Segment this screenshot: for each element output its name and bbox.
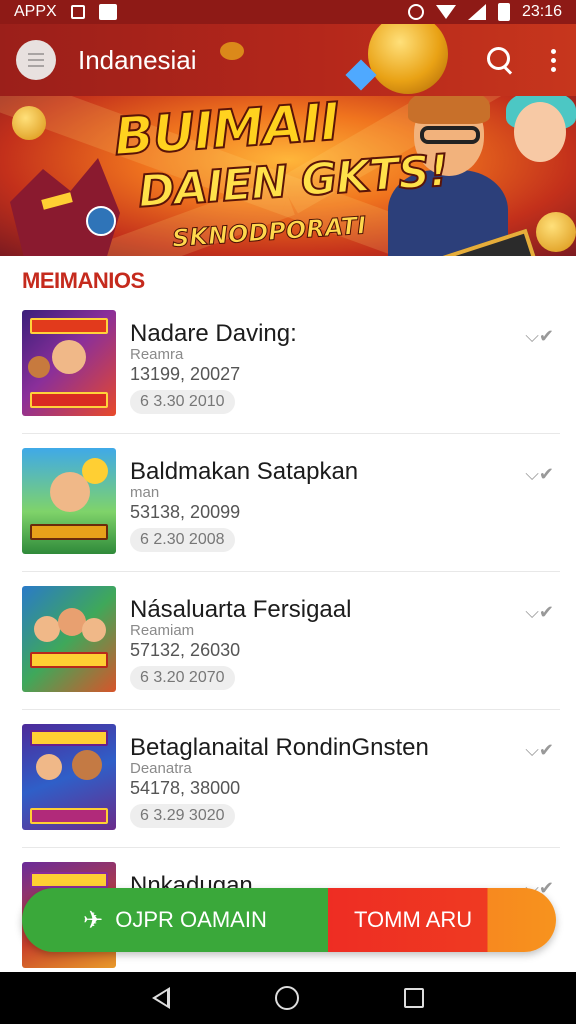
home-icon[interactable] [274, 986, 299, 1010]
game-title: Betaglanaital RondinGnsten [130, 734, 429, 761]
game-thumbnail [22, 724, 116, 830]
game-stat: 54178, 38000 [130, 778, 241, 798]
game-title: Nadare Daving: [130, 320, 297, 347]
game-chip: 6 2.30 2008 [130, 528, 235, 552]
system-nav-bar [0, 972, 576, 1024]
game-stat: 13199, 20027 [130, 364, 241, 384]
coin-decoration [536, 212, 576, 252]
coin-decoration [220, 42, 244, 60]
more-vert-icon[interactable] [547, 48, 560, 72]
game-stat: 57132, 26030 [130, 640, 241, 660]
list-item[interactable]: Násaluarta Fersigaal Reamiam 57132, 2603… [22, 572, 560, 710]
secondary-cta-button[interactable]: TOMM ARU [328, 888, 556, 952]
status-time: 23:16 [521, 3, 562, 20]
game-subtitle: man [130, 484, 160, 501]
game-stat: 53138, 20099 [130, 502, 241, 522]
search-icon[interactable] [487, 47, 513, 73]
secondary-cta-label: TOMM ARU [354, 907, 473, 932]
menu-button[interactable] [16, 40, 56, 80]
alarm-icon [407, 4, 424, 20]
game-subtitle: Reamiam [130, 622, 195, 639]
battery-icon [497, 3, 510, 21]
status-bar: APPX 23:16 [0, 0, 576, 24]
game-subtitle: Reamra [130, 346, 184, 363]
wifi-icon [435, 5, 456, 19]
game-thumbnail [22, 448, 116, 554]
notification-icon [98, 4, 117, 20]
game-chip: 6 3.20 2070 [130, 666, 235, 690]
bolt-icon: ✈ [83, 906, 104, 934]
chevron-down-icon[interactable]: ⌵✔ [525, 602, 554, 623]
phone-icon [70, 5, 85, 19]
status-app-label: APPX [14, 3, 57, 20]
chevron-down-icon[interactable]: ⌵✔ [525, 740, 554, 761]
list-item[interactable]: Baldmakan Satapkan man 53138, 20099 6 2.… [22, 434, 560, 572]
game-chip: 6 3.30 2010 [130, 390, 235, 414]
list-item[interactable]: Betaglanaital RondinGnsten Deanatra 5417… [22, 710, 560, 848]
game-title: Baldmakan Satapkan [130, 458, 359, 485]
game-thumbnail [22, 586, 116, 692]
back-icon[interactable] [152, 987, 171, 1009]
cta-bar: ✈ OJPR OAMAIN TOMM ARU [22, 888, 556, 952]
game-thumbnail [22, 310, 116, 416]
promo-banner[interactable]: BUIMAII DAIEN GKTS! SKNODPORATI [0, 96, 576, 256]
section-title: MEIMANIOS [22, 268, 145, 293]
chevron-down-icon[interactable]: ⌵✔ [525, 326, 554, 347]
list-item[interactable]: Nadare Daving: Reamra 13199, 20027 6 3.3… [22, 296, 560, 434]
primary-cta-label: OJPR OAMAIN [115, 907, 267, 932]
coin-decoration [368, 24, 448, 94]
recent-apps-icon[interactable] [403, 988, 424, 1008]
game-title: Násaluarta Fersigaal [130, 596, 352, 623]
game-chip: 6 3.29 3020 [130, 804, 235, 828]
primary-cta-button[interactable]: ✈ OJPR OAMAIN [22, 888, 328, 952]
game-list: Nadare Daving: Reamra 13199, 20027 6 3.3… [0, 296, 576, 986]
signal-icon [467, 4, 486, 20]
app-title: Indanesiai [78, 44, 197, 75]
chevron-down-icon[interactable]: ⌵✔ [525, 464, 554, 485]
app-bar: Indanesiai [0, 24, 576, 96]
coin-decoration [12, 106, 46, 140]
badge-decoration [86, 206, 116, 236]
menu-icon [28, 53, 44, 55]
game-subtitle: Deanatra [130, 760, 192, 777]
